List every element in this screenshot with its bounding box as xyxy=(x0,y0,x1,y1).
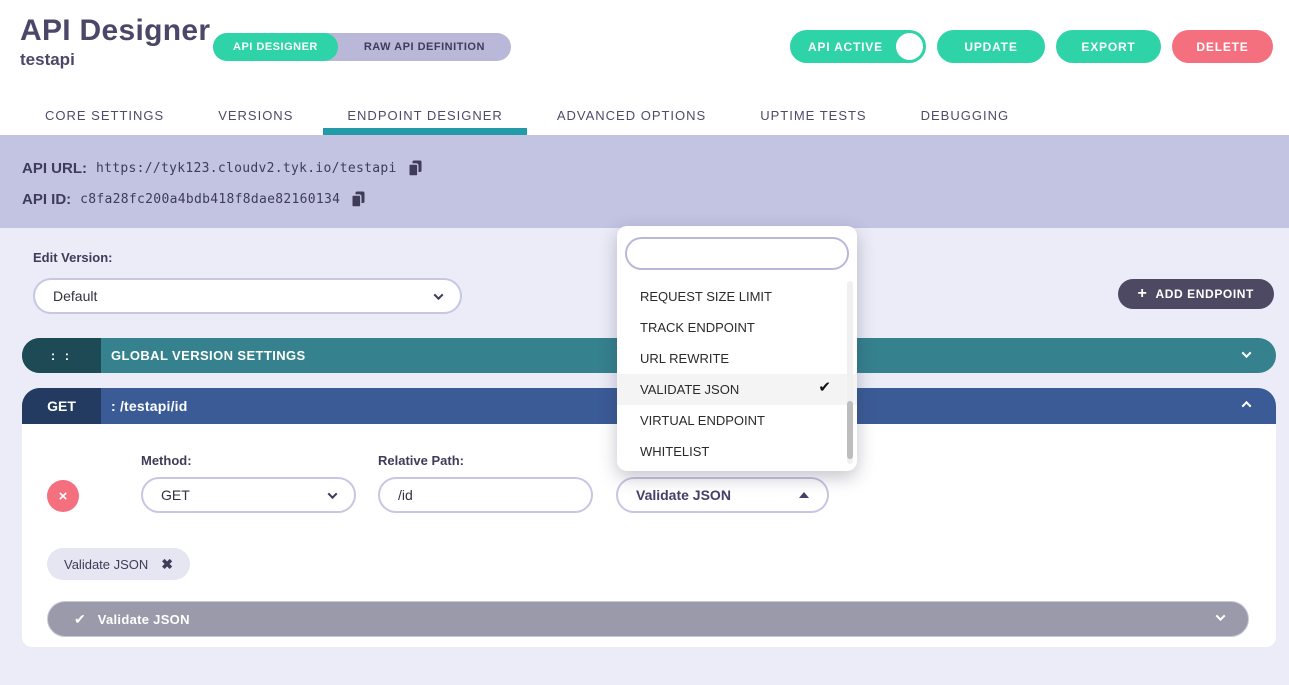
app-header: API Designer testapi API DESIGNER RAW AP… xyxy=(0,0,1289,96)
update-button[interactable]: UPDATE xyxy=(937,30,1045,63)
plugin-options-list: REQUEST SIZE LIMIT TRACK ENDPOINT URL RE… xyxy=(617,281,857,467)
copy-icon[interactable] xyxy=(351,191,366,208)
edit-version-label: Edit Version: xyxy=(33,250,113,265)
tab-uptime-tests[interactable]: UPTIME TESTS xyxy=(736,96,890,135)
api-name-subtitle: testapi xyxy=(20,50,75,69)
validate-json-panel-header[interactable]: ✔ Validate JSON xyxy=(47,601,1249,637)
chevron-down-icon[interactable] xyxy=(1241,347,1252,358)
api-active-label: API ACTIVE xyxy=(808,39,883,54)
header-actions: API ACTIVE UPDATE EXPORT DELETE xyxy=(790,30,1273,63)
option-validate-json[interactable]: VALIDATE JSON ✔ xyxy=(617,374,857,405)
triangle-up-icon xyxy=(799,492,809,498)
version-select[interactable]: Default xyxy=(33,278,462,314)
tab-versions[interactable]: VERSIONS xyxy=(194,96,317,135)
api-active-toggle[interactable]: API ACTIVE xyxy=(790,30,926,63)
add-endpoint-button[interactable]: + ADD ENDPOINT xyxy=(1117,279,1274,309)
option-track-endpoint[interactable]: TRACK ENDPOINT xyxy=(617,312,857,343)
api-designer-page: API Designer testapi API DESIGNER RAW AP… xyxy=(0,0,1289,685)
api-id-label: API ID: xyxy=(22,190,72,208)
plugin-search-input[interactable] xyxy=(625,237,849,270)
global-settings-title: GLOBAL VERSION SETTINGS xyxy=(111,348,306,363)
option-virtual-endpoint[interactable]: VIRTUAL ENDPOINT xyxy=(617,405,857,436)
designer-mode-toggle[interactable]: API DESIGNER RAW API DEFINITION xyxy=(213,33,511,61)
api-url-label: API URL: xyxy=(22,159,87,177)
api-id-row: API ID: c8fa28fc200a4bdb418f8dae82160134 xyxy=(22,186,1289,212)
remove-endpoint-button[interactable]: × xyxy=(47,480,79,512)
plugin-tag: Validate JSON ✖ xyxy=(47,548,191,580)
api-url-value: https://tyk123.cloudv2.tyk.io/testapi xyxy=(96,160,397,176)
option-request-size-limit[interactable]: REQUEST SIZE LIMIT xyxy=(617,281,857,312)
chevron-down-icon xyxy=(327,488,338,499)
add-endpoint-label: ADD ENDPOINT xyxy=(1155,287,1254,301)
check-icon: ✔ xyxy=(74,611,86,627)
plugins-dropdown-panel: REQUEST SIZE LIMIT TRACK ENDPOINT URL RE… xyxy=(617,226,857,471)
method-select[interactable]: GET xyxy=(141,477,356,513)
option-url-rewrite[interactable]: URL REWRITE xyxy=(617,343,857,374)
tab-endpoint-designer[interactable]: ENDPOINT DESIGNER xyxy=(323,96,528,135)
export-button[interactable]: EXPORT xyxy=(1056,30,1161,63)
api-info-banner: API URL: https://tyk123.cloudv2.tyk.io/t… xyxy=(0,135,1289,228)
option-validate-json-label: VALIDATE JSON xyxy=(640,382,740,397)
tab-debugging[interactable]: DEBUGGING xyxy=(897,96,1033,135)
method-label: Method: xyxy=(141,453,192,468)
relative-path-label: Relative Path: xyxy=(378,453,464,468)
main-tabs: CORE SETTINGS VERSIONS ENDPOINT DESIGNER… xyxy=(0,96,1289,135)
logo-block: API Designer testapi xyxy=(20,15,210,70)
api-url-row: API URL: https://tyk123.cloudv2.tyk.io/t… xyxy=(22,155,1289,181)
plus-icon: + xyxy=(1137,285,1148,302)
method-select-value: GET xyxy=(161,487,190,503)
delete-button[interactable]: DELETE xyxy=(1172,30,1273,63)
dropdown-scrollbar[interactable] xyxy=(847,401,853,459)
plugins-select[interactable]: Validate JSON xyxy=(616,477,829,513)
endpoint-method: GET xyxy=(47,398,76,414)
plugin-tag-label: Validate JSON xyxy=(64,556,149,572)
relative-path-input[interactable] xyxy=(378,477,593,513)
validate-json-panel-title: Validate JSON xyxy=(97,611,190,627)
version-select-value: Default xyxy=(53,288,98,304)
check-icon: ✔ xyxy=(818,379,831,396)
chevron-up-icon[interactable] xyxy=(1241,400,1252,411)
mode-raw-api-definition[interactable]: RAW API DEFINITION xyxy=(338,33,511,61)
tab-core-settings[interactable]: CORE SETTINGS xyxy=(21,96,188,135)
drag-handle[interactable]: : : xyxy=(22,338,101,373)
chevron-down-icon[interactable] xyxy=(1215,611,1226,622)
endpoint-method-badge: GET xyxy=(22,388,101,424)
page-title: API Designer xyxy=(20,14,211,47)
drag-handle-icon: : : xyxy=(50,348,73,363)
mode-api-designer[interactable]: API DESIGNER xyxy=(213,33,338,61)
plugins-select-value: Validate JSON xyxy=(636,487,731,503)
tab-advanced-options[interactable]: ADVANCED OPTIONS xyxy=(533,96,730,135)
endpoint-path: : /testapi/id xyxy=(111,398,188,414)
close-icon[interactable]: ✖ xyxy=(161,556,173,573)
chevron-down-icon xyxy=(433,289,444,300)
toggle-knob[interactable] xyxy=(896,33,923,60)
api-id-value: c8fa28fc200a4bdb418f8dae82160134 xyxy=(80,191,341,207)
copy-icon[interactable] xyxy=(407,160,423,177)
option-whitelist[interactable]: WHITELIST xyxy=(617,436,857,467)
